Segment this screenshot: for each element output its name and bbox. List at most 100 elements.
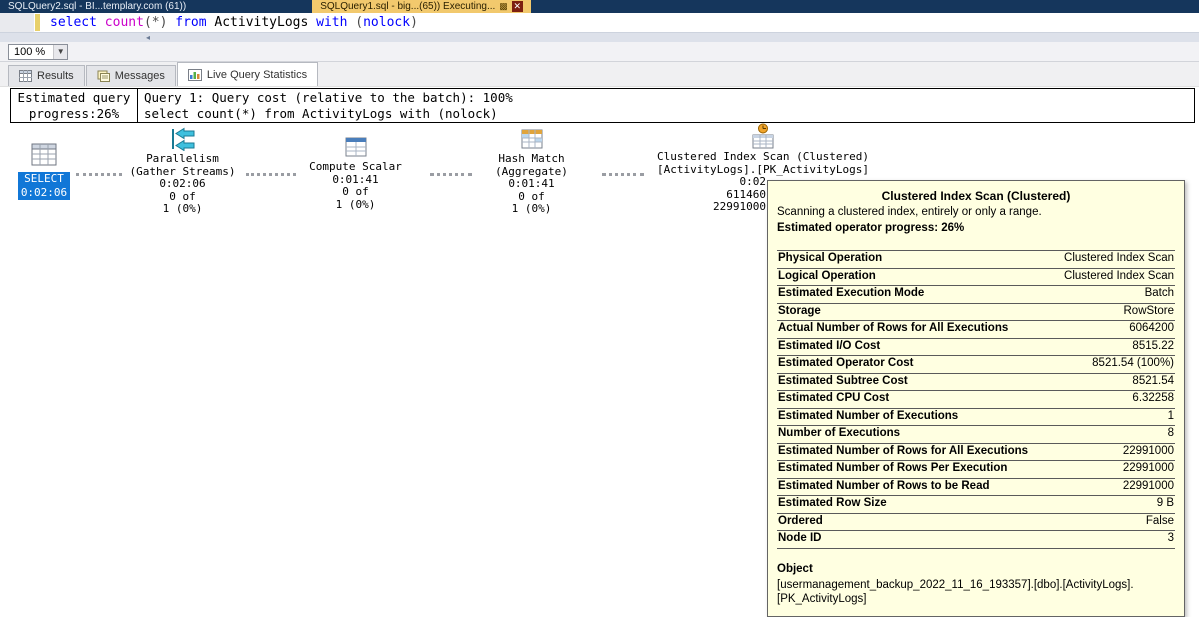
chevron-down-icon[interactable]: ▼ bbox=[53, 44, 68, 59]
node-time: 0:02:06 bbox=[20, 186, 68, 199]
node-title: Hash Match bbox=[498, 152, 565, 165]
document-tab-bar: SQLQuery2.sql - BI...templary.com (61)) … bbox=[0, 0, 1199, 13]
tab-label: SQLQuery1.sql - big...(65)) Executing... bbox=[320, 1, 496, 12]
sql-editor[interactable]: select count(*) from ActivityLogs with (… bbox=[0, 13, 1199, 33]
plan-toolbar: 100 % ▼ bbox=[0, 42, 1199, 62]
tooltip-row-value: 8 bbox=[1167, 427, 1174, 439]
sql-token: ) bbox=[410, 15, 418, 30]
tooltip-row-value: 3 bbox=[1167, 532, 1174, 544]
tooltip-row-label: Physical Operation bbox=[778, 252, 883, 264]
tooltip-row-label: Estimated Operator Cost bbox=[778, 357, 914, 369]
tooltip-row-label: Estimated Execution Mode bbox=[778, 287, 925, 299]
tooltip-row: Logical Operation Clustered Index Scan bbox=[777, 269, 1175, 286]
tooltip-row-value: 1 bbox=[1167, 409, 1174, 422]
tooltip-row-label: Estimated Row Size bbox=[778, 497, 887, 509]
parallelism-icon bbox=[171, 127, 194, 151]
tooltip-row-label: Storage bbox=[778, 304, 821, 317]
tooltip-row-value: 22991000 bbox=[1122, 462, 1174, 474]
plan-node-parallelism[interactable]: Parallelism (Gather Streams) 0:02:06 0 o… bbox=[125, 127, 240, 216]
ssms-window: SQLQuery2.sql - BI...templary.com (61)) … bbox=[0, 0, 1199, 617]
plan-node-select[interactable]: SELECT 0:02:06 bbox=[14, 143, 74, 200]
plan-connector bbox=[76, 173, 122, 176]
live-query-statistics-icon bbox=[187, 68, 202, 81]
sql-token: ( bbox=[355, 15, 364, 30]
tooltip-row-label: Estimated I/O Cost bbox=[778, 339, 881, 352]
node-total: 1 (0%) bbox=[162, 202, 203, 215]
node-title: Parallelism bbox=[146, 152, 219, 165]
stats-header: Estimated query progress:26% Query 1: Qu… bbox=[10, 88, 1195, 123]
sql-token: ActivityLogs bbox=[214, 15, 317, 30]
tooltip-row: Estimated Number of Rows to be Read 22991… bbox=[777, 479, 1175, 496]
tooltip-title: Clustered Index Scan (Clustered) bbox=[881, 189, 1071, 203]
result-grid-icon bbox=[31, 143, 57, 166]
tooltip-rows: Physical Operation Clustered Index Scan Lo… bbox=[777, 250, 1175, 549]
tooltip-row-value: Clustered Index Scan bbox=[1064, 269, 1174, 282]
tooltip-row-label: Ordered bbox=[778, 514, 823, 527]
tooltip-row: Estimated CPU Cost 6.32258 bbox=[777, 391, 1175, 409]
tooltip-object-value: [usermanagement_backup_2022_11_16_193357… bbox=[777, 578, 1134, 605]
tooltip-row-value: 8521.54 bbox=[1132, 374, 1174, 387]
tooltip-row-value: Batch bbox=[1144, 287, 1174, 299]
tooltip-row: Estimated I/O Cost 8515.22 bbox=[777, 339, 1175, 356]
tooltip-row-value: False bbox=[1145, 514, 1174, 527]
messages-icon bbox=[97, 70, 110, 82]
tab-sqlquery2[interactable]: SQLQuery2.sql - BI...templary.com (61)) bbox=[0, 0, 195, 13]
tooltip-row-label: Logical Operation bbox=[778, 269, 876, 282]
plan-connector bbox=[246, 173, 296, 176]
tab-live-query-statistics[interactable]: Live Query Statistics bbox=[176, 62, 319, 86]
sql-token: from bbox=[175, 15, 215, 30]
tab-label: Results bbox=[37, 70, 74, 82]
tooltip-row-value: Clustered Index Scan bbox=[1064, 252, 1174, 264]
plan-node-hash-match[interactable]: Hash Match (Aggregate) 0:01:41 0 of 1 (0… bbox=[474, 127, 589, 216]
clustered-index-scan-icon bbox=[752, 123, 774, 149]
sql-token: with bbox=[316, 15, 356, 30]
zoom-value: 100 % bbox=[14, 45, 46, 58]
tooltip-row-label: Node ID bbox=[778, 532, 822, 544]
tooltip-row-label: Estimated CPU Cost bbox=[778, 392, 890, 404]
node-title: Clustered Index Scan (Clustered) bbox=[657, 150, 869, 163]
tooltip-row: Actual Number of Rows for All Executions… bbox=[777, 321, 1175, 339]
node-progress: 0 of bbox=[342, 185, 369, 198]
tooltip-row: Estimated Number of Executions 1 bbox=[777, 409, 1175, 426]
tab-label: SQLQuery2.sql - BI...templary.com (61)) bbox=[8, 1, 187, 12]
compute-scalar-icon bbox=[345, 137, 366, 157]
tooltip-object-label: Object bbox=[777, 562, 813, 575]
plan-node-compute-scalar[interactable]: Compute Scalar 0:01:41 0 of 1 (0%) bbox=[298, 135, 413, 211]
tab-messages[interactable]: Messages bbox=[85, 65, 176, 86]
select-node-badge: SELECT 0:02:06 bbox=[17, 172, 71, 200]
editor-margin bbox=[0, 13, 40, 32]
pin-icon[interactable]: ▩ bbox=[499, 0, 508, 13]
tooltip-row-value: 8521.54 (100%) bbox=[1092, 357, 1174, 369]
tooltip-row-value: RowStore bbox=[1123, 304, 1175, 317]
close-icon[interactable]: ✕ bbox=[511, 1, 523, 12]
node-title: SELECT bbox=[24, 172, 64, 185]
tooltip-row-value: 6064200 bbox=[1129, 322, 1174, 334]
tooltip-row-label: Estimated Number of Rows Per Execution bbox=[778, 462, 1008, 474]
tooltip-row: Estimated Execution Mode Batch bbox=[777, 286, 1175, 304]
results-tab-strip: Results Messages Live Query Statistics bbox=[0, 62, 1199, 87]
sql-text[interactable]: select count(*) from ActivityLogs with (… bbox=[50, 13, 418, 32]
tooltip-row: Ordered False bbox=[777, 514, 1175, 531]
tooltip-row: Physical Operation Clustered Index Scan bbox=[777, 251, 1175, 269]
tooltip-row: Estimated Subtree Cost 8521.54 bbox=[777, 374, 1175, 391]
tooltip-row: Node ID 3 bbox=[777, 531, 1175, 549]
editor-splitter bbox=[0, 33, 1199, 42]
results-grid-icon bbox=[19, 70, 32, 82]
tooltip-row-label: Estimated Number of Executions bbox=[778, 409, 959, 422]
tooltip-row: Estimated Number of Rows Per Execution 22… bbox=[777, 461, 1175, 479]
tooltip-row-value: 9 B bbox=[1156, 497, 1174, 509]
zoom-select[interactable]: 100 % ▼ bbox=[8, 43, 69, 60]
tooltip-row: Estimated Row Size 9 B bbox=[777, 496, 1175, 514]
plan-connector bbox=[602, 173, 644, 176]
tab-sqlquery1[interactable]: SQLQuery1.sql - big...(65)) Executing...… bbox=[312, 0, 531, 13]
node-title: Compute Scalar bbox=[309, 160, 402, 173]
query-cost-cell: Query 1: Query cost (relative to the bat… bbox=[138, 88, 1195, 123]
tooltip-row: Estimated Number of Rows for All Executi… bbox=[777, 444, 1175, 461]
tab-results[interactable]: Results bbox=[8, 65, 85, 86]
scroll-left-icon[interactable]: ◂ bbox=[146, 33, 150, 42]
sql-token: (*) bbox=[143, 15, 176, 30]
operator-tooltip: Clustered Index Scan (Clustered) Scannin… bbox=[767, 180, 1185, 617]
tooltip-row-value: 6.32258 bbox=[1132, 392, 1174, 404]
query-cost-text: Query 1: Query cost (relative to the bat… bbox=[144, 90, 513, 105]
progress-line1: Estimated query bbox=[17, 90, 131, 105]
